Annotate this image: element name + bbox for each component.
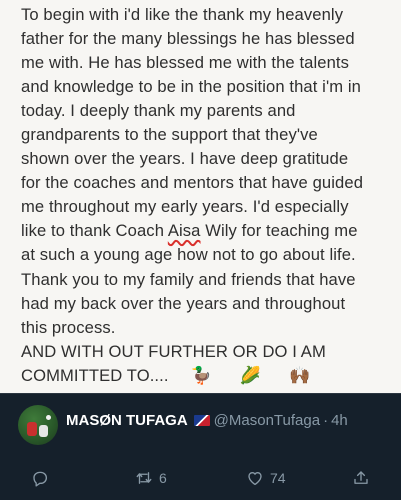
avatar-figure	[27, 422, 37, 436]
user-handle[interactable]: @MasonTufaga	[214, 412, 320, 429]
raised-hands-emoji: 🙌🏾	[289, 365, 311, 385]
note-line: at such a young age how not to go about …	[21, 245, 356, 265]
display-name[interactable]: MASØN TUFAGA	[66, 412, 188, 429]
note-line: had my back over the years and throughou…	[21, 293, 346, 313]
retweet-icon	[136, 472, 152, 484]
reply-button[interactable]	[31, 468, 49, 488]
reply-icon	[33, 471, 48, 487]
note-line: today. I deeply thank my parents and	[21, 101, 296, 121]
note-line: me with. He has blessed me with the tale…	[21, 53, 350, 73]
note-line-part: COMMITTED TO....	[21, 365, 169, 385]
retweet-count: 6	[159, 470, 167, 486]
tweet-header: MASØN TUFAGA @MasonTufaga · 4h	[0, 394, 401, 458]
avatar-ball	[46, 415, 51, 420]
attached-note-image[interactable]: To begin with i'd like the thank my heav…	[0, 0, 401, 393]
share-icon	[354, 471, 368, 484]
note-line: for the coaches and mentors that have gu…	[21, 173, 364, 193]
note-line: father for the many blessings he has ble…	[21, 29, 355, 49]
note-line: like to thank Coach Aisa Wily for teachi…	[21, 219, 393, 243]
note-line-part: like to thank Coach	[21, 221, 168, 241]
avatar-figure	[39, 425, 48, 437]
note-line: me throughout my early years. I'd especi…	[21, 197, 349, 217]
like-button[interactable]: 74	[246, 468, 286, 488]
corn-emoji: 🌽	[239, 365, 262, 385]
share-button[interactable]	[352, 468, 370, 488]
note-line-part: Wily for teaching me	[200, 221, 358, 241]
note-line: COMMITTED TO.... 🦆 🌽 🙌🏾	[21, 364, 393, 388]
note-line: AND WITH OUT FURTHER OR DO I AM	[21, 341, 326, 361]
duck-emoji: 🦆	[190, 365, 212, 385]
avatar[interactable]	[18, 405, 58, 445]
note-text: To begin with i'd like the thank my heav…	[21, 3, 393, 388]
timestamp[interactable]: 4h	[331, 412, 348, 429]
note-line: and knowledge to be in the position that…	[21, 77, 361, 97]
tweet-actions: 6 74	[0, 458, 401, 500]
note-line: shown over the years. I have deep gratit…	[21, 149, 349, 169]
note-line: To begin with i'd like the thank my heav…	[21, 5, 344, 24]
misspelled-word: Aisa	[167, 221, 201, 241]
note-line: Thank you to my family and friends that …	[21, 269, 356, 289]
note-line: this process.	[21, 317, 116, 337]
separator-dot: ·	[323, 412, 329, 429]
flag-icon	[193, 415, 210, 426]
retweet-button[interactable]: 6	[135, 468, 167, 488]
note-line: grandparents to the support that they've	[21, 125, 318, 145]
like-count: 74	[270, 470, 286, 486]
author-line: MASØN TUFAGA @MasonTufaga · 4h	[66, 412, 348, 429]
heart-icon	[248, 472, 262, 486]
